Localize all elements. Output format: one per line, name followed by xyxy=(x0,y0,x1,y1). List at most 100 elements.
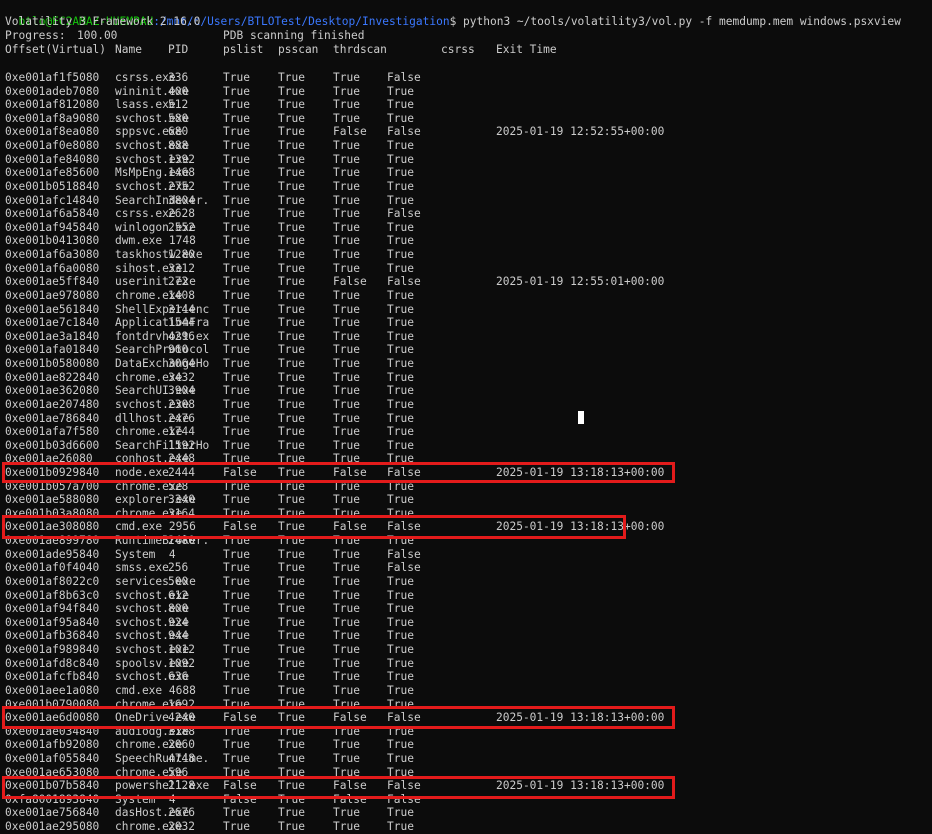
table-cell: SearchFilterHo xyxy=(115,438,210,452)
table-cell: False xyxy=(387,779,421,793)
table-cell: True xyxy=(333,166,360,180)
table-cell: True xyxy=(278,670,305,684)
table-cell: False xyxy=(387,547,421,561)
table-cell: 0xe001ae561840 xyxy=(5,302,100,316)
table-cell: 0xe001ae978080 xyxy=(5,288,100,302)
table-cell: True xyxy=(223,561,250,575)
table-cell: 0xe001af95a840 xyxy=(5,615,100,629)
table-cell: True xyxy=(387,629,414,643)
table-cell: False xyxy=(223,711,257,725)
table-cell: 4296 xyxy=(168,329,195,343)
table-cell: True xyxy=(333,697,360,711)
table-cell: 2025-01-19 13:18:13+00:00 xyxy=(496,779,665,793)
table-cell: 0xe001afc14840 xyxy=(5,193,100,207)
table-cell: 1468 xyxy=(168,166,195,180)
table-cell: 924 xyxy=(168,615,189,629)
table-cell: 2032 xyxy=(168,820,195,834)
table-cell: True xyxy=(278,425,305,439)
table-cell: True xyxy=(278,602,305,616)
table-cell: True xyxy=(333,220,360,234)
table-cell: True xyxy=(278,302,305,316)
table-header: Offset(Virtual) Name PID pslist psscan t… xyxy=(5,43,557,57)
table-cell: True xyxy=(278,370,305,384)
table-cell: True xyxy=(333,479,360,493)
progress-label: Progress: xyxy=(5,29,66,42)
command-prompt: btlo@EC2AMAZ-UUEMPAU:/mnt/c/Users/BTLOTe… xyxy=(5,1,900,28)
table-cell: True xyxy=(223,288,250,302)
table-cell: False xyxy=(223,520,257,534)
table-cell: 0xe001ae822840 xyxy=(5,370,100,384)
table-cell: True xyxy=(333,98,360,112)
table-cell: lsass.exe xyxy=(115,98,176,112)
table-cell: True xyxy=(333,534,360,548)
table-cell: False xyxy=(387,207,421,221)
table-cell: True xyxy=(223,452,250,466)
table-cell: True xyxy=(333,84,360,98)
table-cell: True xyxy=(333,724,360,738)
table-cell: True xyxy=(387,302,414,316)
table-cell: False xyxy=(387,275,421,289)
table-cell: 0xe001afd8c840 xyxy=(5,656,100,670)
table-cell: True xyxy=(278,384,305,398)
table-cell: True xyxy=(387,574,414,588)
table-cell: False xyxy=(333,125,367,139)
table-cell: True xyxy=(278,288,305,302)
table-cell: 2676 xyxy=(168,806,195,820)
table-cell: True xyxy=(387,234,414,248)
table-cell: True xyxy=(278,139,305,153)
table-cell: False xyxy=(387,520,421,534)
table-cell: True xyxy=(278,765,305,779)
table-cell: True xyxy=(387,425,414,439)
table-cell: True xyxy=(278,411,305,425)
table-cell: True xyxy=(278,193,305,207)
table-cell: True xyxy=(387,534,414,548)
table-cell: True xyxy=(278,397,305,411)
table-cell: False xyxy=(387,71,421,84)
table-cell: True xyxy=(223,275,250,289)
table-cell: True xyxy=(333,234,360,248)
table-cell: True xyxy=(333,139,360,153)
terminal-window[interactable]: { "prompt": { "user_host": "btlo@EC2AMAZ… xyxy=(0,0,932,833)
table-cell: 336 xyxy=(168,71,189,84)
table-cell: True xyxy=(387,670,414,684)
table-cell: 0xe001ae3a1840 xyxy=(5,329,100,343)
table-cell: 2025-01-19 13:18:13+00:00 xyxy=(496,711,665,725)
table-cell: True xyxy=(223,765,250,779)
table-cell: True xyxy=(333,288,360,302)
table-cell: 2060 xyxy=(168,738,195,752)
table-cell: True xyxy=(278,547,305,561)
table-cell: True xyxy=(278,574,305,588)
table-cell: True xyxy=(278,656,305,670)
table-cell: SpeechRuntime. xyxy=(115,752,210,765)
table-cell: True xyxy=(223,602,250,616)
table-cell: True xyxy=(223,357,250,371)
table-cell: True xyxy=(278,711,305,725)
table-cell: True xyxy=(223,397,250,411)
table-cell: True xyxy=(387,602,414,616)
table-cell: True xyxy=(387,765,414,779)
prompt-command: $ python3 ~/tools/volatility3/vol.py -f … xyxy=(449,14,901,28)
table-cell: True xyxy=(333,806,360,820)
table-cell: True xyxy=(223,111,250,125)
table-cell: 0xe001b03d6600 xyxy=(5,438,100,452)
table-cell: 0xe001afa7f580 xyxy=(5,425,100,439)
table-cell: 0xe001b07b5840 xyxy=(5,779,100,793)
header-exit-time: Exit Time xyxy=(496,43,557,56)
table-cell: True xyxy=(223,656,250,670)
table-cell: True xyxy=(223,125,250,139)
table-cell: 0xe001af812080 xyxy=(5,98,100,112)
table-cell: True xyxy=(223,615,250,629)
table-cell: 1012 xyxy=(168,643,195,657)
table-cell: True xyxy=(278,207,305,221)
table-cell: 2025-01-19 12:52:55+00:00 xyxy=(496,125,665,139)
table-cell: True xyxy=(333,615,360,629)
text-cursor xyxy=(578,411,584,424)
table-cell: True xyxy=(333,765,360,779)
table-cell: 400 xyxy=(168,84,189,98)
table-cell: 2476 xyxy=(168,411,195,425)
table-cell: True xyxy=(387,288,414,302)
table-cell: True xyxy=(223,261,250,275)
table-cell: 0xe001afa01840 xyxy=(5,343,100,357)
table-cell: True xyxy=(333,438,360,452)
table-cell: True xyxy=(223,479,250,493)
